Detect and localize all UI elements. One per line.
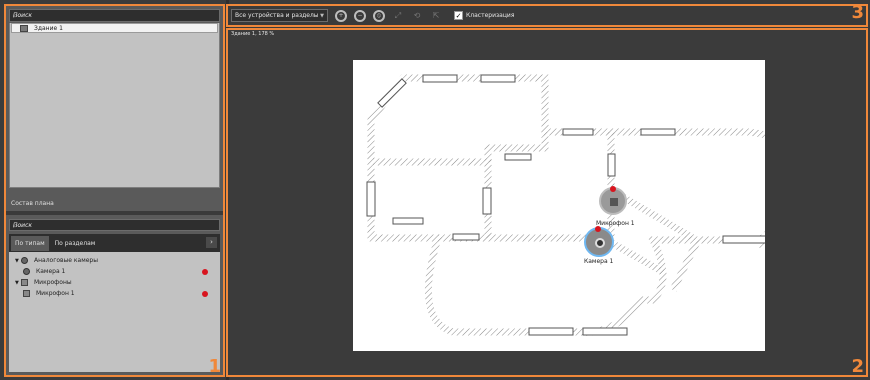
chevron-right-icon[interactable]: ›: [206, 237, 217, 248]
zoom-label: Здание 1, 178 %: [231, 31, 275, 37]
floor-plan[interactable]: [353, 60, 799, 351]
device-filter-dropdown[interactable]: Все устройства и разделы ▼: [231, 9, 328, 22]
alarm-status-icon: [610, 186, 616, 192]
walls: [367, 74, 799, 336]
separator: [6, 211, 223, 215]
search-input-2[interactable]: Поиск ⌕: [9, 219, 220, 231]
plan-composition-label: Состав плана: [11, 200, 54, 207]
floor-plan-svg: [366, 74, 799, 336]
dropdown-value: Все устройства и разделы: [235, 12, 319, 19]
clustering-checkbox[interactable]: ✓: [454, 11, 463, 20]
panel-number-2: 2: [851, 356, 864, 377]
building-tree: Здание 1: [9, 23, 220, 188]
camera-icon: [23, 268, 30, 275]
panel-number-1: 1: [208, 356, 221, 377]
tree-group-cameras[interactable]: ▼ Аналоговые камеры: [9, 255, 220, 266]
microphone-icon: [610, 198, 618, 206]
device-tree: ▼ Аналоговые камеры Камера 1 ▼ Микрофоны…: [9, 252, 220, 372]
plan-canvas[interactable]: Здание 1, 178 % Микрофон 1 Камера 1 2: [226, 28, 868, 377]
camera-icon: [595, 238, 605, 248]
group-label: Аналоговые камеры: [34, 257, 98, 264]
fit-icon[interactable]: ⤢: [392, 10, 404, 22]
search-icon[interactable]: ⌕: [13, 11, 216, 21]
microphone-marker[interactable]: [599, 186, 627, 215]
zoom-out-icon[interactable]: −: [354, 9, 366, 22]
tree-item-microphone-1[interactable]: Микрофон 1: [9, 288, 220, 299]
alarm-status-icon: [595, 226, 601, 232]
microphone-group-icon: [21, 279, 28, 286]
panel-number-3: 3: [851, 2, 864, 23]
zoom-in-icon[interactable]: +: [335, 9, 347, 22]
tree-item-camera-1[interactable]: Камера 1: [9, 266, 220, 277]
tree-group-microphones[interactable]: ▼ Микрофоны: [9, 277, 220, 288]
item-label: Камера 1: [36, 268, 66, 275]
search-input[interactable]: Поиск ⌕: [9, 9, 220, 22]
camera-marker[interactable]: [584, 226, 614, 257]
tree-item-building[interactable]: Здание 1: [11, 23, 218, 33]
export-icon[interactable]: ⇱: [430, 10, 442, 22]
tree-item-label: Здание 1: [34, 24, 63, 32]
tab-by-section[interactable]: По разделам: [51, 236, 100, 251]
rotate-icon[interactable]: ⟲: [411, 10, 423, 22]
alarm-status-icon: [202, 268, 208, 275]
alarm-status-icon: [202, 290, 208, 297]
camera-group-icon: [21, 257, 28, 264]
tab-bar: По типам По разделам ›: [9, 234, 220, 252]
item-label: Микрофон 1: [36, 290, 75, 297]
left-panel: Поиск ⌕ Здание 1 Состав плана Поиск ⌕ По…: [4, 4, 225, 377]
group-label: Микрофоны: [34, 279, 72, 286]
building-icon: [20, 24, 28, 32]
toolbar: Все устройства и разделы ▼ + − ⦸ ⤢ ⟲ ⇱ ✓…: [226, 2, 868, 27]
disable-icon[interactable]: ⦸: [373, 9, 385, 22]
tab-by-type[interactable]: По типам: [11, 235, 49, 251]
search-icon[interactable]: ⌕: [13, 221, 216, 231]
microphone-label: Микрофон 1: [596, 220, 635, 227]
camera-label: Камера 1: [584, 258, 614, 265]
chevron-down-icon: ▼: [320, 12, 324, 19]
clustering-label: Кластеризация: [466, 12, 515, 19]
microphone-icon: [23, 290, 30, 297]
app-root: Поиск ⌕ Здание 1 Состав плана Поиск ⌕ По…: [0, 0, 870, 380]
